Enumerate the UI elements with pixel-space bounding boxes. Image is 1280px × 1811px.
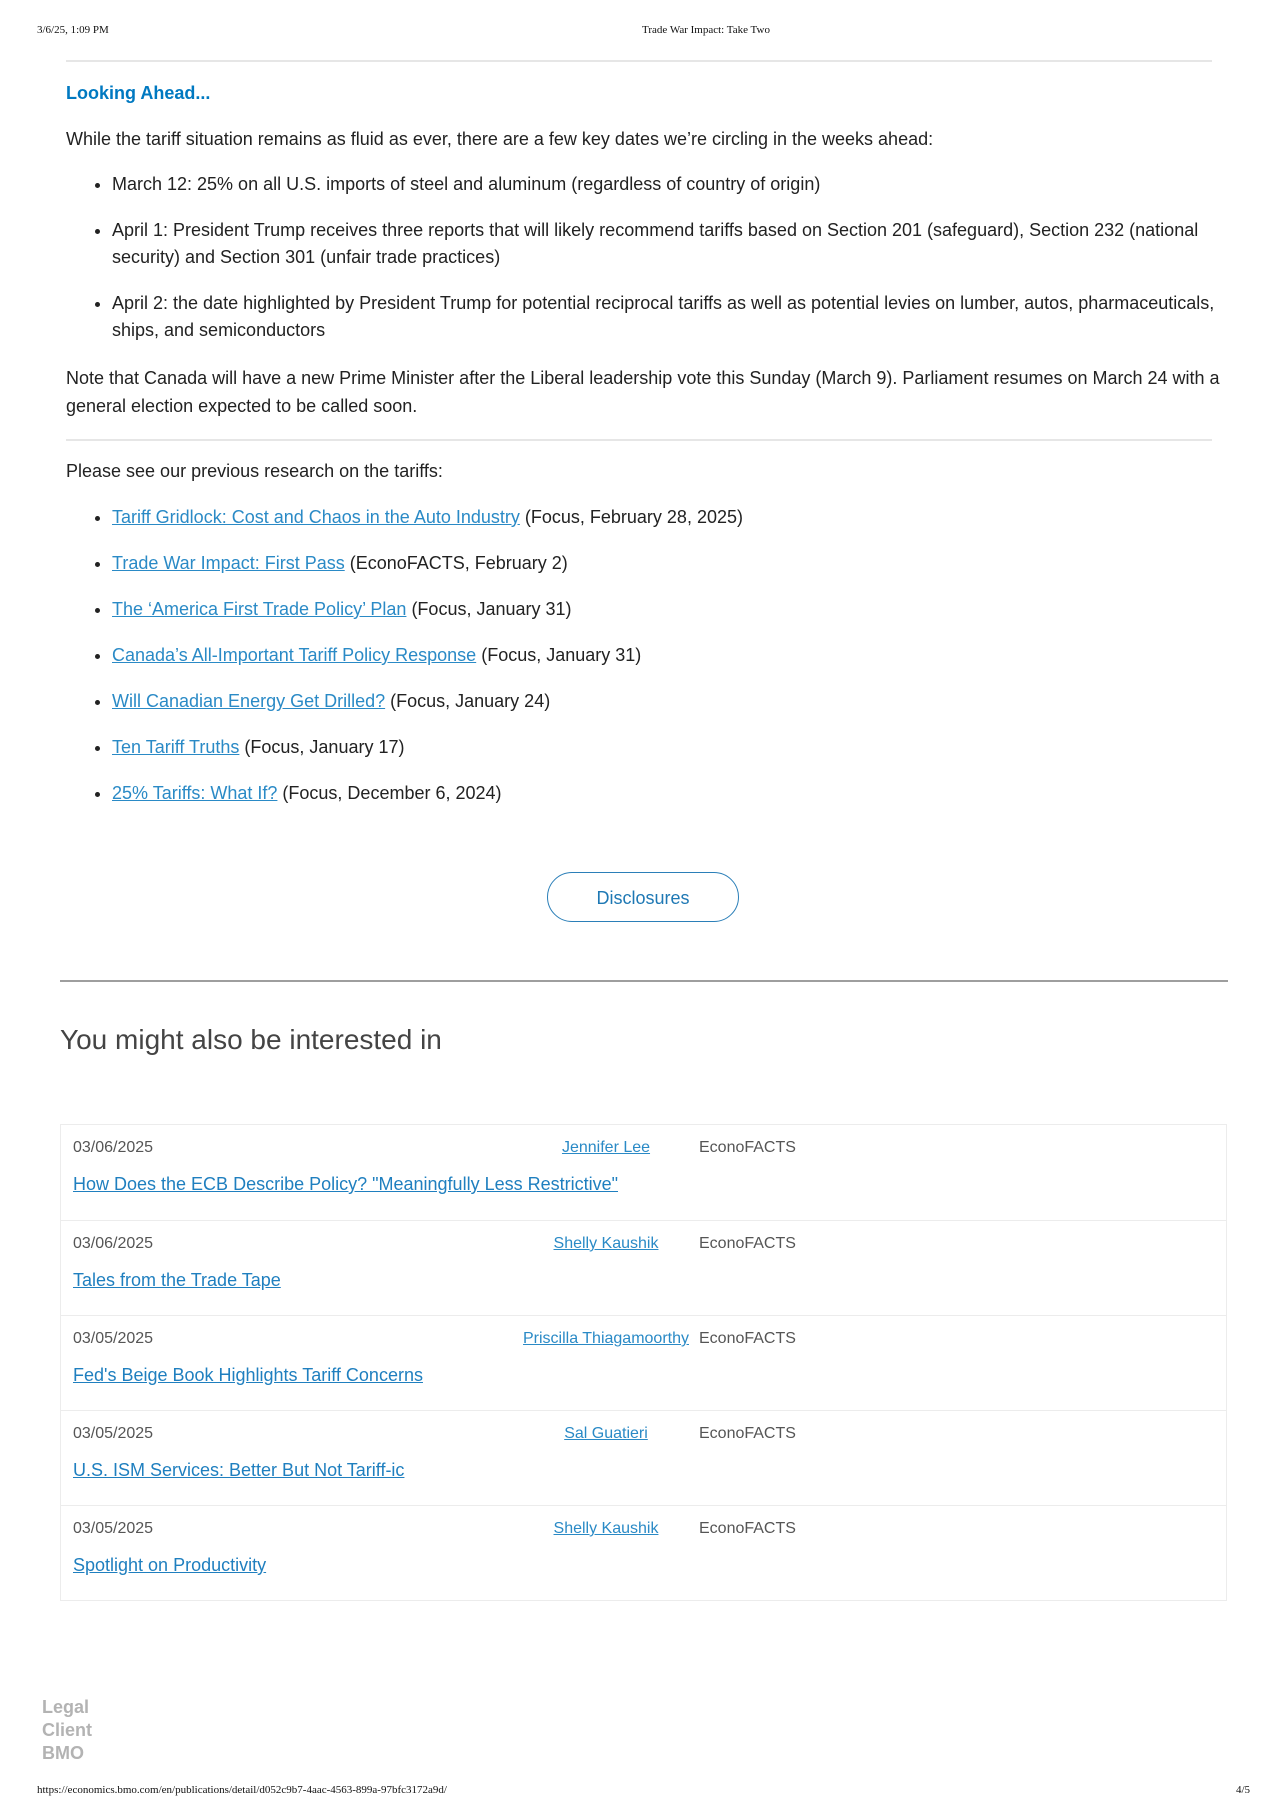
key-date-item: March 12: 25% on all U.S. imports of ste… (112, 171, 1232, 199)
related-date: 03/05/2025 (73, 1425, 154, 1442)
related-divider (60, 980, 1228, 982)
key-date-item: April 2: the date highlighted by Preside… (112, 290, 1232, 345)
print-url: https://economics.bmo.com/en/publication… (37, 1784, 447, 1796)
related-type: EconoFACTS (699, 1330, 796, 1347)
research-link[interactable]: Trade War Impact: First Pass (112, 553, 345, 573)
related-type: EconoFACTS (699, 1139, 796, 1156)
research-item: Canada’s All-Important Tariff Policy Res… (112, 641, 1232, 669)
related-title-cell: Tales from the Trade Tape (73, 1270, 281, 1291)
related-date: 03/06/2025 (73, 1235, 154, 1252)
author-link[interactable]: Shelly Kaushik (554, 1520, 659, 1537)
related-date: 03/06/2025 (73, 1139, 154, 1156)
research-meta: (Focus, January 17) (239, 737, 405, 757)
article-link[interactable]: U.S. ISM Services: Better But Not Tariff… (73, 1460, 404, 1480)
related-title-cell: How Does the ECB Describe Policy? "Meani… (73, 1174, 618, 1195)
disclosures-button[interactable]: Disclosures (547, 872, 739, 922)
article-link[interactable]: Tales from the Trade Tape (73, 1270, 281, 1290)
related-row: 03/05/2025 Priscilla Thiagamoorthy Econo… (61, 1315, 1226, 1410)
related-title-cell: Spotlight on Productivity (73, 1555, 266, 1576)
research-link[interactable]: 25% Tariffs: What If? (112, 783, 277, 803)
research-item: Trade War Impact: First Pass (EconoFACTS… (112, 549, 1232, 577)
research-meta: (Focus, February 28, 2025) (519, 507, 743, 527)
research-item: 25% Tariffs: What If? (Focus, December 6… (112, 779, 1232, 807)
print-page-number: 4/5 (1236, 1784, 1251, 1796)
author-link[interactable]: Shelly Kaushik (554, 1235, 659, 1252)
research-meta: (Focus, January 31) (406, 599, 572, 619)
key-date-item: April 1: President Trump receives three … (112, 217, 1232, 272)
previous-research-intro: Please see our previous research on the … (66, 461, 443, 481)
author-link[interactable]: Sal Guatieri (564, 1425, 648, 1442)
related-title-cell: Fed's Beige Book Highlights Tariff Conce… (73, 1365, 423, 1386)
research-link[interactable]: Ten Tariff Truths (112, 737, 239, 757)
looking-ahead-heading: Looking Ahead... (66, 83, 211, 103)
related-heading: You might also be interested in (60, 1024, 442, 1055)
related-type: EconoFACTS (699, 1235, 796, 1252)
author-link[interactable]: Jennifer Lee (562, 1139, 650, 1156)
related-title-cell: U.S. ISM Services: Better But Not Tariff… (73, 1460, 404, 1481)
research-link[interactable]: Will Canadian Energy Get Drilled? (112, 691, 385, 711)
related-row: 03/06/2025 Jennifer Lee EconoFACTS How D… (61, 1125, 1226, 1220)
related-row: 03/06/2025 Shelly Kaushik EconoFACTS Tal… (61, 1220, 1226, 1315)
article-link[interactable]: Fed's Beige Book Highlights Tariff Conce… (73, 1365, 423, 1385)
article-link[interactable]: How Does the ECB Describe Policy? "Meani… (73, 1174, 618, 1194)
footer-links: Legal Client BMO (42, 1696, 92, 1765)
research-link[interactable]: The ‘America First Trade Policy’ Plan (112, 599, 406, 619)
key-dates-list: March 12: 25% on all U.S. imports of ste… (66, 171, 1232, 363)
research-meta: (Focus, January 31) (476, 645, 642, 665)
looking-ahead-intro: While the tariff situation remains as fl… (66, 129, 934, 149)
author-link[interactable]: Priscilla Thiagamoorthy (523, 1330, 689, 1347)
research-link[interactable]: Canada’s All-Important Tariff Policy Res… (112, 645, 476, 665)
related-type: EconoFACTS (699, 1520, 796, 1537)
research-meta: (Focus, January 24) (385, 691, 551, 711)
research-meta: (Focus, December 6, 2024) (277, 783, 502, 803)
related-type: EconoFACTS (699, 1425, 796, 1442)
related-row: 03/05/2025 Sal Guatieri EconoFACTS U.S. … (61, 1410, 1226, 1505)
previous-research-list: Tariff Gridlock: Cost and Chaos in the A… (66, 503, 1232, 825)
related-row: 03/05/2025 Shelly Kaushik EconoFACTS Spo… (61, 1505, 1226, 1600)
article-link[interactable]: Spotlight on Productivity (73, 1555, 266, 1575)
footer-link-client[interactable]: Client (42, 1719, 92, 1742)
research-meta: (EconoFACTS, February 2) (344, 553, 568, 573)
footer-link-bmo[interactable]: BMO (42, 1742, 92, 1765)
related-articles-table: 03/06/2025 Jennifer Lee EconoFACTS How D… (60, 1124, 1227, 1601)
research-item: The ‘America First Trade Policy’ Plan (F… (112, 595, 1232, 623)
section-divider (66, 439, 1212, 441)
related-date: 03/05/2025 (73, 1520, 154, 1537)
footer-link-legal[interactable]: Legal (42, 1696, 92, 1719)
research-item: Tariff Gridlock: Cost and Chaos in the A… (112, 503, 1232, 531)
print-page-title: Trade War Impact: Take Two (642, 24, 770, 36)
research-item: Ten Tariff Truths (Focus, January 17) (112, 733, 1232, 761)
related-date: 03/05/2025 (73, 1330, 154, 1347)
research-link[interactable]: Tariff Gridlock: Cost and Chaos in the A… (112, 507, 520, 527)
canada-note: Note that Canada will have a new Prime M… (66, 368, 1220, 416)
top-divider (66, 60, 1212, 62)
research-item: Will Canadian Energy Get Drilled? (Focus… (112, 687, 1232, 715)
